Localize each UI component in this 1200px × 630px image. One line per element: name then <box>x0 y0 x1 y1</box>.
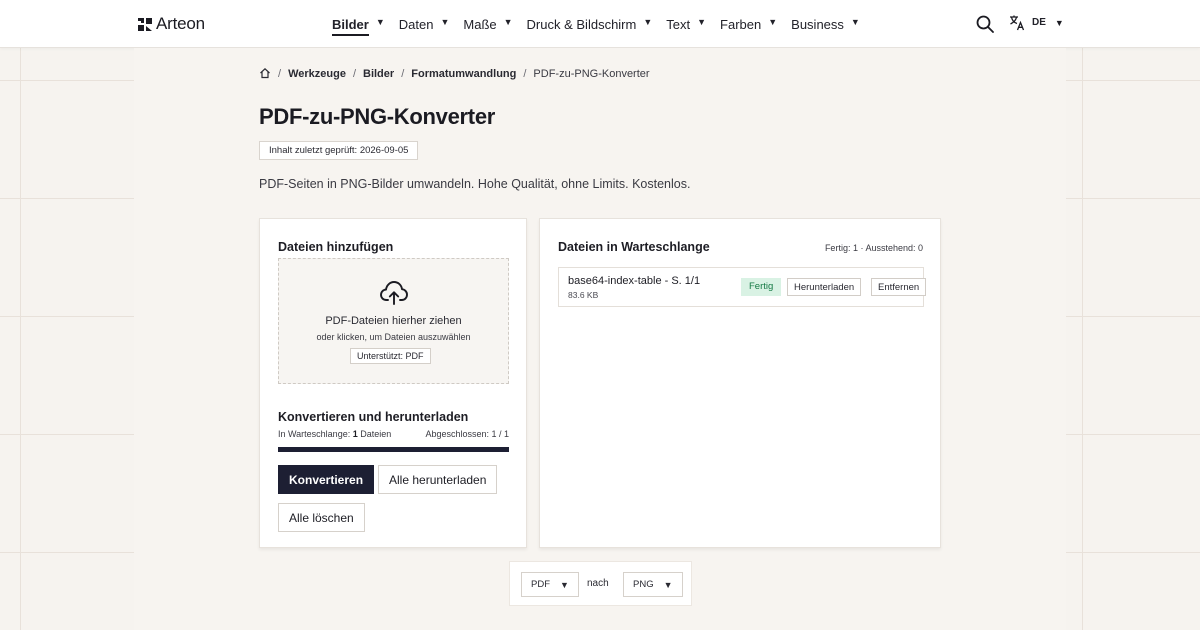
nav-label: Text <box>666 16 691 32</box>
queue-unit: Dateien <box>360 429 392 439</box>
clear-all-button[interactable]: Alle löschen <box>278 503 365 532</box>
upload-card-title: Dateien hinzufügen <box>278 240 394 254</box>
file-size: 83.6 KB <box>568 290 599 300</box>
reviewed-date-badge: Inhalt zuletzt geprüft: 2026-09-05 <box>259 141 419 160</box>
caret-down-icon: ▼ <box>850 17 860 27</box>
nav-label: Business <box>791 16 844 32</box>
breadcrumb-item-formatumwandlung[interactable]: Formatumwandlung <box>411 68 516 80</box>
nav-item-daten[interactable]: Daten ▼ <box>399 0 450 48</box>
caret-down-icon: ▼ <box>768 17 778 27</box>
breadcrumb-separator: / <box>401 68 405 80</box>
format-connector: nach <box>587 578 609 589</box>
nav-item-business[interactable]: Business ▼ <box>791 0 860 48</box>
status-badge: Fertig <box>741 278 782 296</box>
supported-formats-badge: Unterstützt: PDF <box>350 348 431 364</box>
file-dropzone[interactable]: PDF-Dateien hierher ziehen oder klicken,… <box>278 258 509 384</box>
language-switcher[interactable]: DE ▼ <box>1009 14 1064 31</box>
language-code: DE <box>1032 17 1046 28</box>
target-format-value: PNG <box>633 579 654 590</box>
convert-button[interactable]: Konvertieren <box>278 465 375 494</box>
source-format-value: PDF <box>531 579 550 590</box>
download-file-button[interactable]: Herunterladen <box>787 278 862 296</box>
logo-mark-icon <box>138 18 152 31</box>
breadcrumb-separator: / <box>278 68 282 80</box>
home-icon[interactable] <box>259 67 271 79</box>
nav-label: Druck & Bildschirm <box>526 16 637 32</box>
target-format-select[interactable]: PNG ▼ <box>623 572 683 597</box>
nav-item-masse[interactable]: Maße ▼ <box>463 0 512 48</box>
nav-item-druck-bildschirm[interactable]: Druck & Bildschirm ▼ <box>527 0 653 48</box>
format-switcher: PDF ▼ nach PNG ▼ <box>509 561 692 606</box>
nav-item-farben[interactable]: Farben ▼ <box>720 0 777 48</box>
nav-label: Maße <box>463 16 497 32</box>
queue-count-text: In Warteschlange: 1 Dateien <box>278 429 391 439</box>
caret-down-icon: ▼ <box>375 17 385 27</box>
brand-name: Arteon <box>156 14 205 33</box>
page-subtitle: PDF-Seiten in PNG-Bilder umwandeln. Hohe… <box>259 177 691 191</box>
caret-down-icon: ▼ <box>1054 17 1064 28</box>
progress-meta: In Warteschlange: 1 Dateien Abgeschlosse… <box>278 429 509 439</box>
queue-count: 1 <box>352 429 358 439</box>
breadcrumb-separator: / <box>523 68 527 80</box>
caret-down-icon: ▼ <box>560 579 569 590</box>
completed-count: Abgeschlossen: 1 / 1 <box>425 429 509 439</box>
progress-bar <box>278 447 509 452</box>
progress-fill <box>278 447 509 452</box>
file-name: base64-index-table - S. 1/1 <box>568 275 701 287</box>
caret-down-icon: ▼ <box>643 17 653 27</box>
convert-section-title: Konvertieren und herunterladen <box>278 410 469 424</box>
main-content: / Werkzeuge / Bilder / Formatumwandlung … <box>134 48 1066 630</box>
download-all-button[interactable]: Alle herunterladen <box>378 465 498 494</box>
caret-down-icon: ▼ <box>697 17 707 27</box>
main-nav: Bilder ▼ Daten ▼ Maße ▼ Druck & Bildschi… <box>332 0 874 48</box>
caret-down-icon: ▼ <box>440 17 450 27</box>
queue-card-title: Dateien in Warteschlange <box>558 240 710 254</box>
caret-down-icon: ▼ <box>663 579 673 590</box>
breadcrumb-current: PDF-zu-PNG-Konverter <box>533 68 650 80</box>
nav-item-text[interactable]: Text ▼ <box>666 0 706 48</box>
search-icon[interactable] <box>976 15 994 33</box>
breadcrumb-item-bilder[interactable]: Bilder <box>363 68 394 80</box>
queue-label: In Warteschlange: <box>278 429 351 439</box>
nav-label: Farben <box>720 16 762 32</box>
caret-down-icon: ▼ <box>503 17 513 27</box>
page-title: PDF-zu-PNG-Konverter <box>259 104 496 129</box>
dropzone-title: PDF-Dateien hierher ziehen <box>325 315 462 327</box>
remove-file-button[interactable]: Entfernen <box>871 278 927 296</box>
queue-file-row: base64-index-table - S. 1/1 83.6 KB Fert… <box>558 267 927 307</box>
cloud-upload-icon <box>380 281 408 305</box>
nav-item-bilder[interactable]: Bilder ▼ <box>332 0 385 48</box>
queue-stats: Fertig: 1 · Ausstehend: 0 <box>824 243 923 253</box>
brand-logo[interactable]: Arteon <box>137 14 205 34</box>
queue-card: Dateien in Warteschlange Fertig: 1 · Aus… <box>539 218 941 548</box>
nav-label: Bilder <box>332 17 369 36</box>
nav-label: Daten <box>398 16 434 32</box>
breadcrumb: / Werkzeuge / Bilder / Formatumwandlung … <box>259 67 650 80</box>
source-format-select[interactable]: PDF ▼ <box>521 572 579 597</box>
breadcrumb-item-werkzeuge[interactable]: Werkzeuge <box>288 68 346 80</box>
upload-card: Dateien hinzufügen PDF-Dateien hierher z… <box>259 218 527 548</box>
top-header: Arteon Bilder ▼ Daten ▼ Maße ▼ Druck & B… <box>0 0 1200 48</box>
dropzone-hint: oder klicken, um Dateien auszuwählen <box>316 332 471 342</box>
breadcrumb-separator: / <box>352 68 356 80</box>
translate-icon <box>1010 15 1025 31</box>
